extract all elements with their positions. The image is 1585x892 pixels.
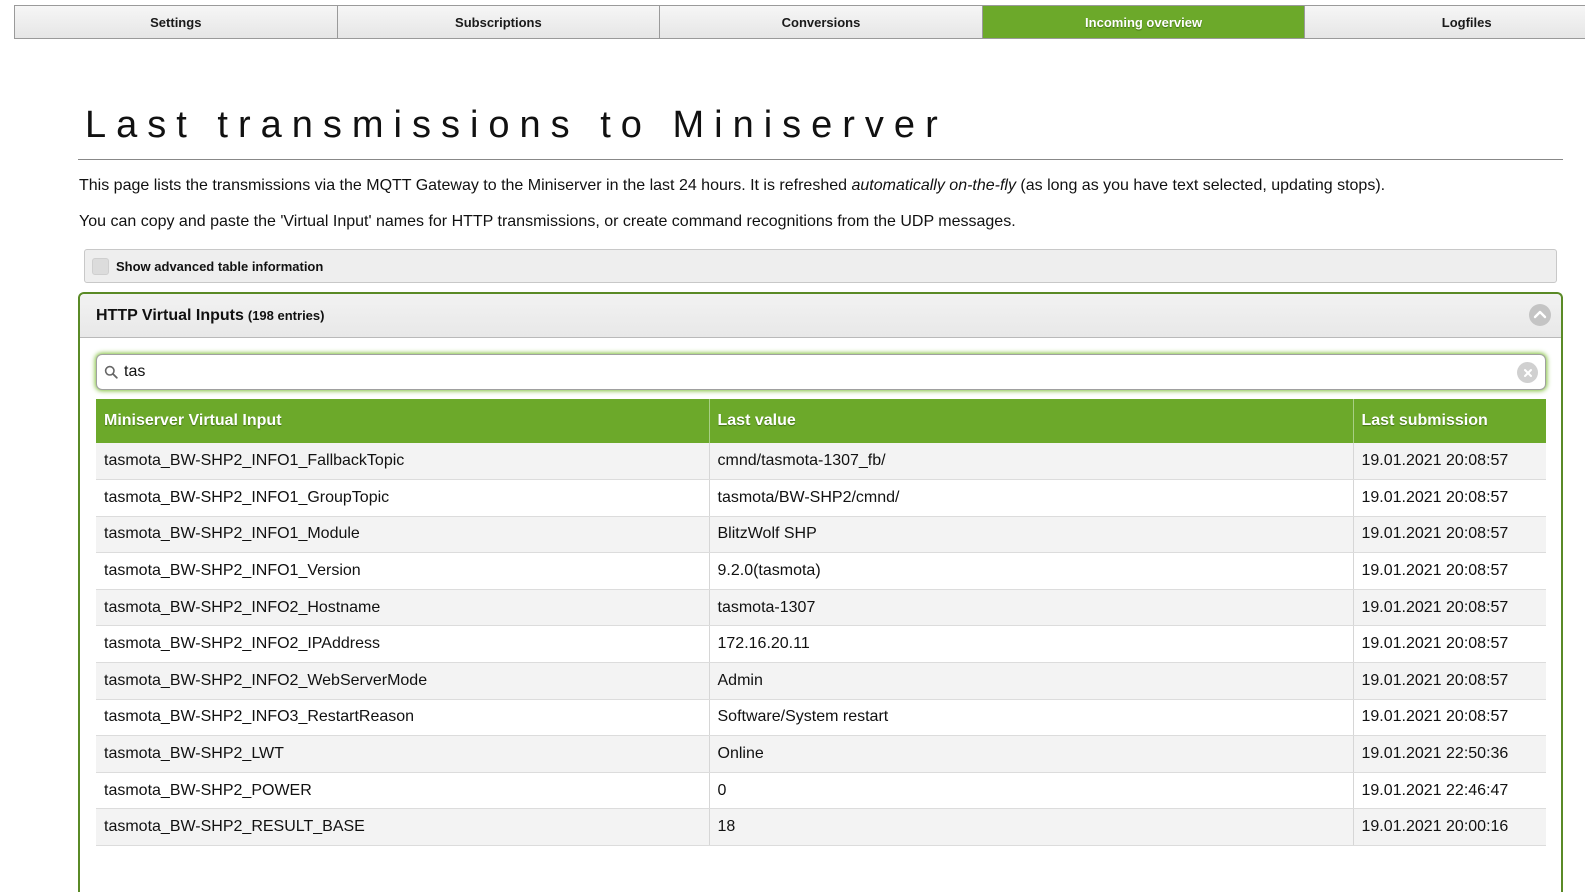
- cell-last-value: 0: [709, 772, 1354, 810]
- table-row: tasmota_BW-SHP2_INFO1_Version 9.2.0(tasmo…: [96, 552, 1546, 590]
- cell-virtual-input: tasmota_BW-SHP2_INFO1_Version: [96, 552, 710, 590]
- table-row: tasmota_BW-SHP2_INFO2_WebServerMode Admin…: [96, 662, 1546, 700]
- cell-last-submission: 19.01.2021 22:50:36: [1353, 735, 1546, 773]
- table-body: tasmota_BW-SHP2_INFO1_FallbackTopic cmnd/…: [96, 443, 1546, 847]
- cell-last-value: cmnd/tasmota-1307_fb/: [709, 443, 1354, 481]
- cell-last-submission: 19.01.2021 20:08:57: [1353, 625, 1546, 664]
- column-header-last-value[interactable]: Last value: [709, 399, 1354, 443]
- cell-last-submission: 19.01.2021 20:08:57: [1353, 516, 1546, 554]
- search-input[interactable]: [124, 363, 1494, 381]
- cell-last-value: 18: [709, 808, 1354, 847]
- cell-last-value: tasmota-1307: [709, 589, 1354, 627]
- cell-last-submission: 19.01.2021 20:08:57: [1353, 552, 1546, 590]
- column-header-last-submission[interactable]: Last submission: [1353, 399, 1546, 443]
- panel-header[interactable]: HTTP Virtual Inputs (198 entries): [80, 294, 1561, 338]
- cell-last-submission: 19.01.2021 20:08:57: [1353, 479, 1546, 517]
- page-title: Last transmissions to Miniserver: [85, 104, 948, 146]
- cell-virtual-input: tasmota_BW-SHP2_INFO3_RestartReason: [96, 699, 710, 737]
- intro-text-before: This page lists the transmissions via th…: [79, 177, 852, 194]
- cell-last-value: Admin: [709, 662, 1354, 700]
- cell-last-submission: 19.01.2021 20:08:57: [1353, 589, 1546, 627]
- table-row: tasmota_BW-SHP2_INFO1_Module BlitzWolf SH…: [96, 516, 1546, 554]
- cell-last-value: BlitzWolf SHP: [709, 516, 1354, 554]
- column-header-virtual-input[interactable]: Miniserver Virtual Input: [96, 399, 710, 443]
- table-header-row: Miniserver Virtual Input Last value Last…: [96, 399, 1546, 443]
- table-row: tasmota_BW-SHP2_INFO2_Hostname tasmota-13…: [96, 589, 1546, 627]
- cell-last-submission: 19.01.2021 20:08:57: [1353, 699, 1546, 737]
- intro-paragraph-2: You can copy and paste the 'Virtual Inpu…: [79, 213, 1016, 230]
- transmissions-table-wrap: Miniserver Virtual Input Last value Last…: [96, 399, 1546, 847]
- tab-conversions[interactable]: Conversions: [660, 6, 983, 38]
- cell-last-submission: 19.01.2021 20:08:57: [1353, 443, 1546, 481]
- cell-virtual-input: tasmota_BW-SHP2_INFO1_FallbackTopic: [96, 443, 710, 481]
- cell-virtual-input: tasmota_BW-SHP2_INFO1_Module: [96, 516, 710, 554]
- table-row: tasmota_BW-SHP2_RESULT_BASE 18 19.01.2021 …: [96, 808, 1546, 847]
- transmissions-table: Miniserver Virtual Input Last value Last…: [96, 399, 1546, 847]
- advanced-info-checkbox[interactable]: [92, 257, 109, 275]
- tab-settings[interactable]: Settings: [15, 6, 338, 38]
- panel-title: HTTP Virtual Inputs: [96, 306, 244, 324]
- advanced-info-toggle[interactable]: Show advanced table information: [84, 249, 1557, 283]
- intro-paragraph-1: This page lists the transmissions via th…: [79, 177, 1385, 195]
- cell-last-value: Software/System restart: [709, 699, 1354, 737]
- intro-text-emphasis: automatically on-the-fly: [851, 177, 1016, 194]
- table-row: tasmota_BW-SHP2_INFO1_GroupTopic tasmota/…: [96, 479, 1546, 517]
- search-icon: [103, 364, 119, 380]
- table-row: tasmota_BW-SHP2_INFO3_RestartReason Softw…: [96, 699, 1546, 737]
- cell-last-submission: 19.01.2021 22:46:47: [1353, 772, 1546, 810]
- advanced-info-label[interactable]: Show advanced table information: [116, 259, 323, 274]
- search-box: [96, 354, 1546, 390]
- cell-last-value: Online: [709, 735, 1354, 773]
- tab-incoming-overview[interactable]: Incoming overview: [982, 6, 1306, 38]
- cell-virtual-input: tasmota_BW-SHP2_POWER: [96, 772, 710, 810]
- intro-text-after: (as long as you have text selected, upda…: [1015, 177, 1386, 194]
- chevron-up-icon[interactable]: [1529, 304, 1551, 326]
- cell-virtual-input: tasmota_BW-SHP2_LWT: [96, 735, 710, 773]
- top-navigation: Settings Subscriptions Conversions Incom…: [14, 5, 1585, 39]
- table-row: tasmota_BW-SHP2_LWT Online 19.01.2021 22:5…: [96, 735, 1546, 773]
- cell-virtual-input: tasmota_BW-SHP2_RESULT_BASE: [96, 808, 710, 847]
- cell-virtual-input: tasmota_BW-SHP2_INFO1_GroupTopic: [96, 479, 710, 517]
- cell-last-value: 172.16.20.11: [709, 625, 1354, 664]
- table-row: tasmota_BW-SHP2_POWER 0 19.01.2021 22:46:4…: [96, 772, 1546, 810]
- tab-logfiles[interactable]: Logfiles: [1305, 6, 1585, 38]
- tab-subscriptions[interactable]: Subscriptions: [337, 6, 661, 38]
- table-row: tasmota_BW-SHP2_INFO2_IPAddress 172.16.20…: [96, 625, 1546, 664]
- entry-count: (198 entries): [247, 308, 325, 323]
- clear-icon[interactable]: [1517, 362, 1538, 383]
- table-row: tasmota_BW-SHP2_INFO1_FallbackTopic cmnd/…: [96, 443, 1546, 481]
- title-divider: [78, 159, 1563, 160]
- cell-last-value: tasmota/BW-SHP2/cmnd/: [709, 479, 1354, 517]
- cell-virtual-input: tasmota_BW-SHP2_INFO2_IPAddress: [96, 625, 710, 664]
- cell-last-submission: 19.01.2021 20:00:16: [1353, 808, 1546, 847]
- cell-last-submission: 19.01.2021 20:08:57: [1353, 662, 1546, 700]
- cell-virtual-input: tasmota_BW-SHP2_INFO2_Hostname: [96, 589, 710, 627]
- cell-last-value: 9.2.0(tasmota): [709, 552, 1354, 590]
- http-virtual-inputs-panel: HTTP Virtual Inputs (198 entries) tas Mi…: [78, 292, 1563, 892]
- cell-virtual-input: tasmota_BW-SHP2_INFO2_WebServerMode: [96, 662, 710, 700]
